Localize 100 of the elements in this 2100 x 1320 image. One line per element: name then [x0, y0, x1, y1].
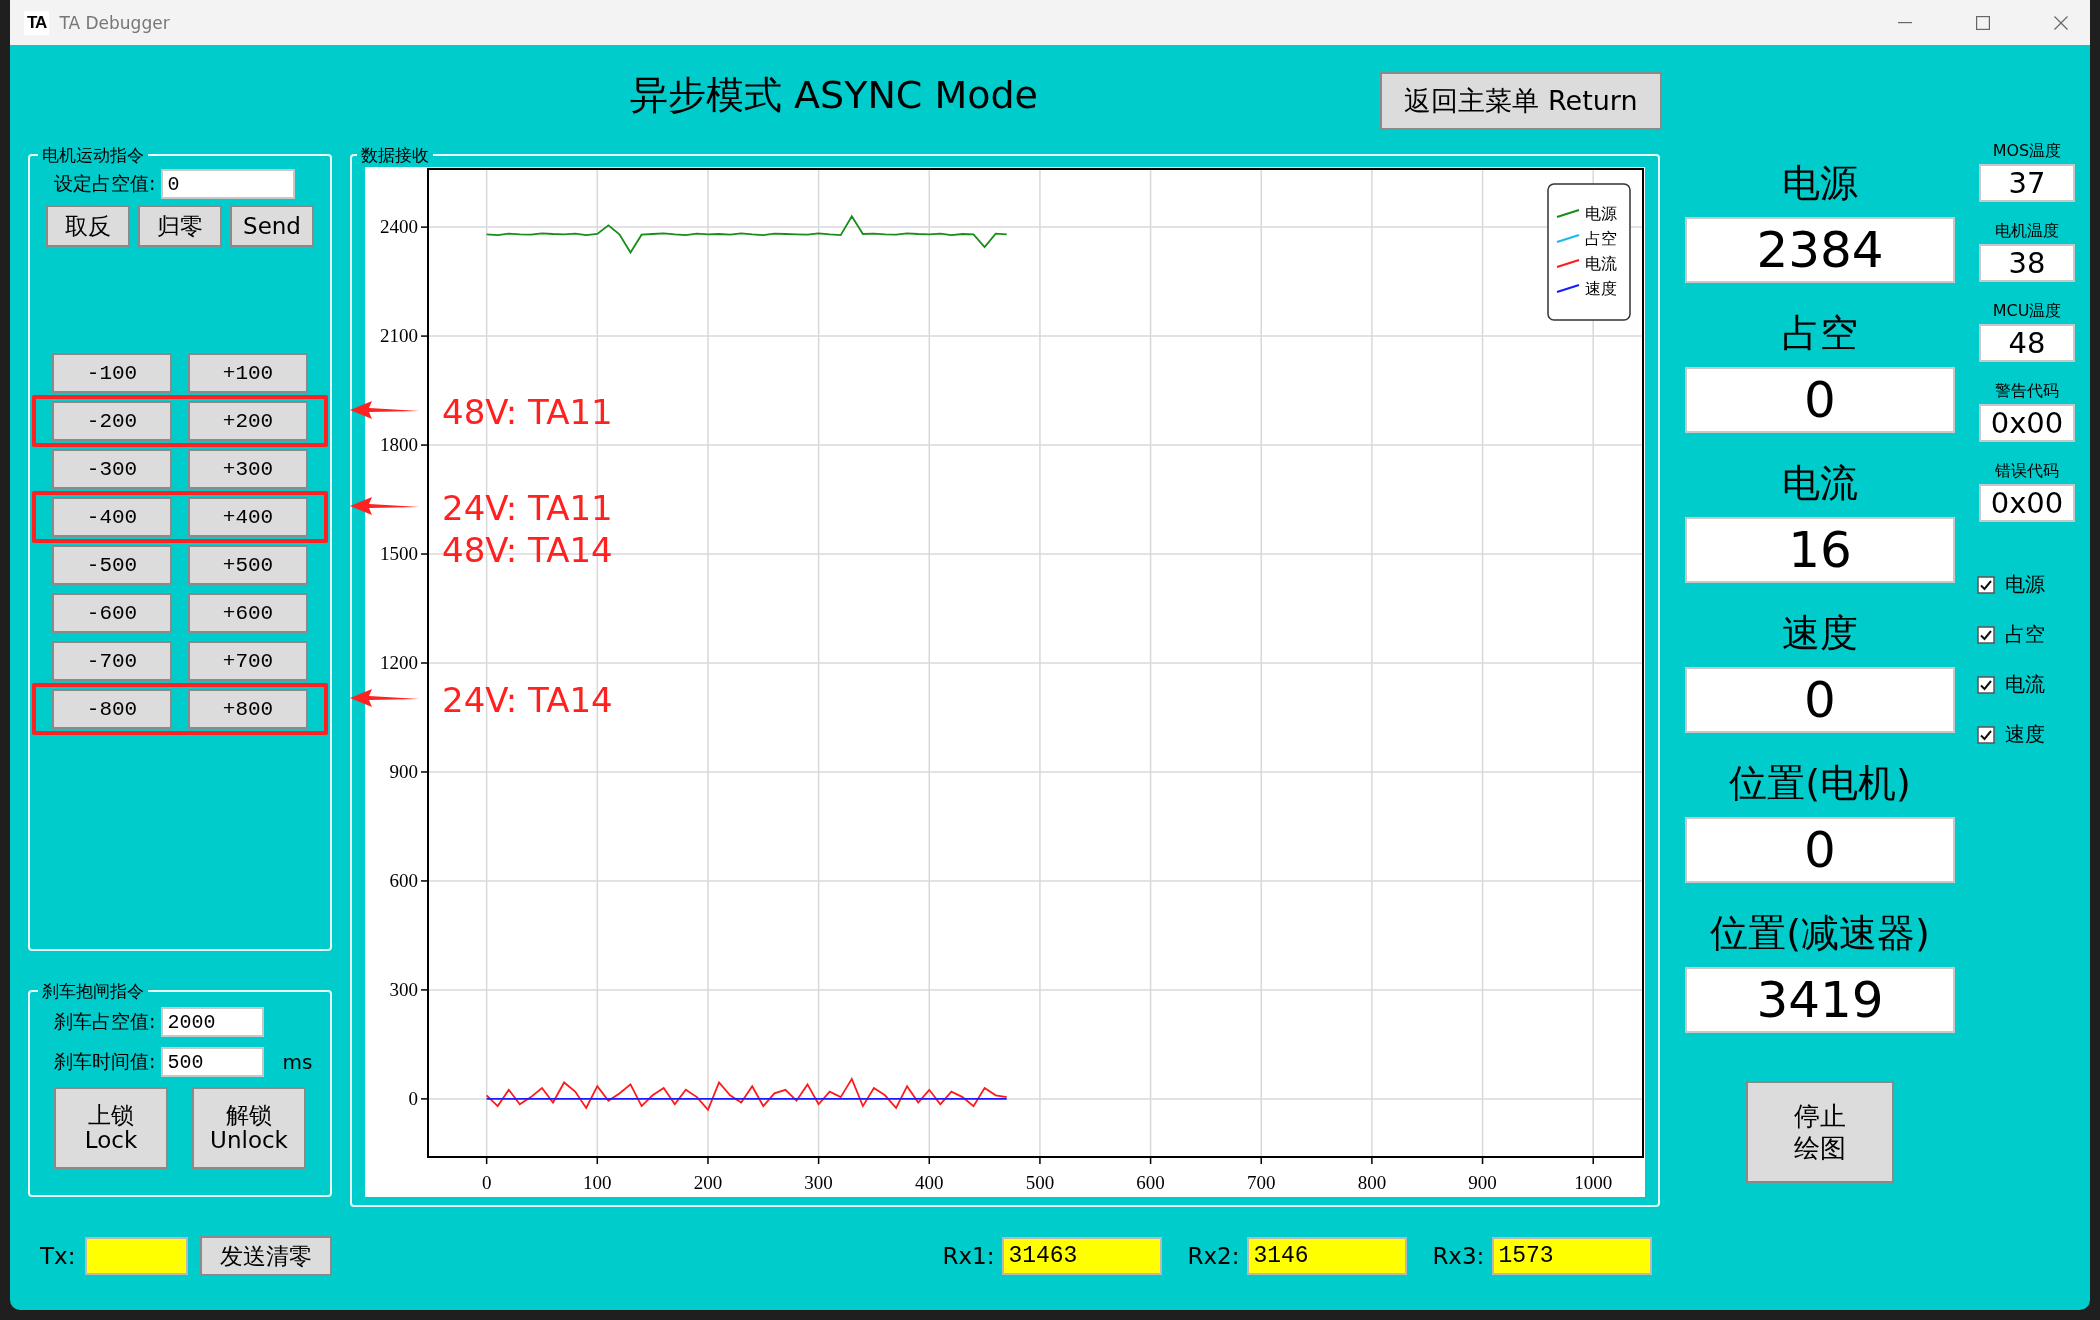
close-icon[interactable] [2054, 15, 2068, 30]
y-tick-label: 300 [389, 978, 418, 1000]
y-tick-label: 2100 [380, 325, 418, 347]
input-field[interactable]: 500 [161, 1047, 265, 1077]
rx-field: 31463 [1002, 1237, 1163, 1275]
duty-field[interactable]: 0 [161, 169, 296, 199]
status-value: 38 [1979, 244, 2075, 282]
rx-label: Rx1: [942, 1243, 995, 1269]
checkbox-label: 电流 [2005, 671, 2045, 698]
field-label: 刹车时间值: [54, 1049, 156, 1074]
checkbox-label: 占空 [2005, 621, 2045, 648]
step-button[interactable]: -400 [52, 497, 172, 537]
y-tick-label: 1200 [380, 652, 418, 673]
legend-label: 电源 [1585, 204, 1617, 223]
y-tick-label: 600 [389, 869, 418, 891]
x-tick-label: 300 [804, 1172, 833, 1193]
annotation-text: 24V: TA11 [442, 487, 613, 529]
step-button[interactable]: -800 [52, 689, 172, 729]
readout-label: 位置(减速器) [1710, 911, 1930, 957]
status-label: 错误代码 [1995, 461, 2059, 482]
y-tick-label: 900 [389, 760, 418, 782]
command-button[interactable]: Send [230, 205, 314, 247]
maximize-icon[interactable] [1976, 15, 1990, 30]
step-button[interactable]: -500 [52, 545, 172, 585]
step-button[interactable]: -100 [52, 353, 172, 393]
checkbox[interactable] [1977, 575, 1995, 594]
command-button[interactable]: 归零 [138, 205, 222, 247]
page-title: 异步模式 ASYNC Mode [630, 71, 1039, 119]
window-title: TA Debugger [59, 12, 170, 33]
x-tick-label: 900 [1468, 1172, 1497, 1193]
step-button[interactable]: +500 [188, 545, 308, 585]
command-button[interactable]: 取反 [46, 205, 130, 247]
legend-label: 速度 [1585, 279, 1617, 298]
readout-value: 3419 [1685, 967, 1955, 1033]
step-button[interactable]: -300 [52, 449, 172, 489]
readout-label: 电流 [1782, 461, 1858, 507]
clear-button[interactable]: 发送清零 [200, 1236, 333, 1276]
y-tick-label: 1800 [380, 434, 418, 456]
field-label: 刹车占空值: [54, 1009, 156, 1034]
readout-label: 占空 [1782, 311, 1858, 357]
legend-label: 电流 [1585, 254, 1617, 273]
x-tick-label: 100 [583, 1172, 612, 1193]
status-label: 警告代码 [1995, 381, 2059, 402]
checkbox[interactable] [1977, 675, 1995, 694]
readout-value: 0 [1685, 367, 1955, 433]
step-button[interactable]: +600 [188, 593, 308, 633]
status-value: 0x00 [1979, 484, 2075, 522]
step-button[interactable]: +400 [188, 497, 308, 537]
y-tick-label: 1500 [380, 543, 418, 565]
input-field[interactable]: 2000 [161, 1007, 265, 1037]
readout-value: 16 [1685, 517, 1955, 583]
x-tick-label: 500 [1025, 1172, 1055, 1193]
x-tick-label: 600 [1136, 1172, 1165, 1193]
checkbox-label: 电源 [2005, 571, 2045, 598]
x-tick-label: 0 [481, 1172, 492, 1193]
status-value: 37 [1979, 164, 2075, 202]
legend-label: 占空 [1585, 229, 1617, 248]
stop-plot-button[interactable]: 停止 绘图 [1746, 1081, 1894, 1183]
readout-label: 速度 [1782, 611, 1858, 657]
step-button[interactable]: -600 [52, 593, 172, 633]
status-label: MCU温度 [1992, 301, 2062, 322]
checkbox[interactable] [1977, 625, 1995, 644]
lock-button[interactable]: 上锁 Lock [54, 1087, 168, 1169]
step-button[interactable]: +300 [188, 449, 308, 489]
x-tick-label: 400 [915, 1172, 944, 1193]
status-value: 48 [1979, 324, 2075, 362]
checkbox-label: 速度 [2005, 721, 2045, 748]
x-tick-label: 1000 [1574, 1172, 1613, 1193]
readout-label: 电源 [1782, 161, 1858, 207]
step-button[interactable]: +200 [188, 401, 308, 441]
step-button[interactable]: -700 [52, 641, 172, 681]
y-tick-label: 2400 [380, 216, 418, 238]
annotation-text: 48V: TA11 [442, 391, 613, 433]
checkbox[interactable] [1977, 725, 1995, 744]
readout-value: 0 [1685, 817, 1955, 883]
status-label: 电机温度 [1995, 221, 2059, 242]
return-button[interactable]: 返回主菜单 Return [1380, 72, 1662, 130]
annotation-text: 48V: TA14 [442, 529, 613, 571]
field-label: 设定占空值: [54, 171, 156, 196]
x-tick-label: 200 [693, 1172, 723, 1193]
app-icon: TA [24, 10, 50, 35]
tx-label: Tx: [40, 1243, 76, 1269]
readout-value: 0 [1685, 667, 1955, 733]
step-button[interactable]: +700 [188, 641, 308, 681]
y-tick-label: 0 [408, 1087, 418, 1109]
rx-label: Rx3: [1432, 1243, 1485, 1269]
status-label: MOS温度 [1992, 141, 2062, 162]
annotation-text: 24V: TA14 [442, 679, 613, 721]
readout-label: 位置(电机) [1729, 761, 1911, 807]
x-tick-label: 800 [1357, 1172, 1387, 1193]
readout-value: 2384 [1685, 217, 1955, 283]
step-button[interactable]: +800 [188, 689, 308, 729]
unit-label: ms [282, 1050, 313, 1074]
minimize-icon[interactable] [1898, 21, 1912, 24]
status-value: 0x00 [1979, 404, 2075, 442]
rx-label: Rx2: [1187, 1243, 1240, 1269]
step-button[interactable]: +100 [188, 353, 308, 393]
step-button[interactable]: -200 [52, 401, 172, 441]
rx-field: 3146 [1247, 1237, 1408, 1275]
lock-button[interactable]: 解锁 Unlock [192, 1087, 306, 1169]
